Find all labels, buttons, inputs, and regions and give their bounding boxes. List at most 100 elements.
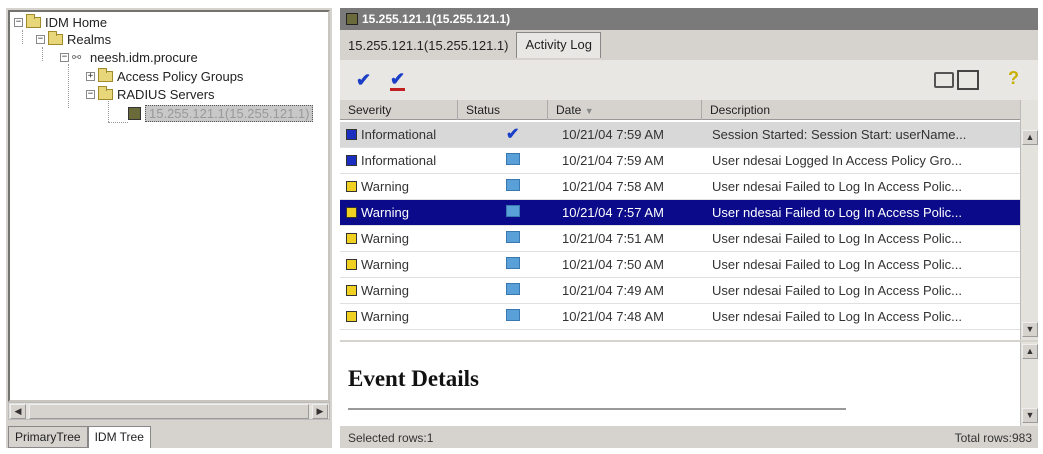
table-row[interactable]: Warning 10/21/04 7:58 AM User ndesai Faile…: [340, 174, 1020, 200]
table-row[interactable]: Warning 10/21/04 7:57 AM User ndesai Faile…: [340, 200, 1020, 226]
folder-icon: [98, 68, 113, 82]
warning-severity-icon: [346, 311, 357, 322]
column-status[interactable]: Status: [458, 100, 548, 120]
table-row[interactable]: Warning 10/21/04 7:48 AM User ndesai Faile…: [340, 304, 1020, 330]
status-cell: ✔: [458, 127, 548, 142]
activity-log-table: Severity Status Date ▼ Description Infor…: [340, 100, 1020, 340]
tree-node-idm-home[interactable]: − IDM Home: [14, 14, 107, 31]
date-cell: 10/21/04 7:59 AM: [562, 153, 664, 168]
print-icon[interactable]: [934, 72, 954, 88]
status-cell: [458, 153, 548, 168]
collapse-icon[interactable]: −: [86, 90, 95, 99]
navigation-pane: − IDM Home − Realms − ⚯ neesh.idm.procur…: [6, 8, 332, 448]
column-date[interactable]: Date ▼: [548, 100, 702, 120]
severity-cell: Warning: [340, 179, 458, 194]
tree-node-radius-servers[interactable]: − RADIUS Servers: [86, 86, 215, 103]
warning-severity-icon: [346, 233, 357, 244]
status-box-icon[interactable]: [506, 231, 520, 243]
status-cell: [458, 257, 548, 272]
severity-text: Warning: [361, 283, 409, 298]
date-cell: 10/21/04 7:48 AM: [562, 309, 664, 324]
event-details-panel: Event Details: [340, 342, 1020, 426]
table-row[interactable]: Informational ✔ 10/21/04 7:59 AM Session St…: [340, 122, 1020, 148]
vertical-scrollbar[interactable]: ▲ ▼: [1020, 100, 1038, 340]
selected-rows-count: Selected rows:1: [348, 431, 434, 445]
table-row[interactable]: Warning 10/21/04 7:49 AM User ndesai Faile…: [340, 278, 1020, 304]
collapse-icon[interactable]: −: [60, 53, 69, 62]
columns-icon[interactable]: [957, 70, 979, 90]
scroll-up-icon[interactable]: ▲: [1022, 344, 1038, 359]
info-severity-icon: [346, 129, 357, 140]
severity-text: Informational: [361, 153, 437, 168]
status-check-icon[interactable]: ✔: [506, 127, 519, 142]
severity-cell: Warning: [340, 283, 458, 298]
tree-node-access-policy-groups[interactable]: + Access Policy Groups: [86, 68, 243, 85]
tab-idm-tree[interactable]: IDM Tree: [87, 426, 151, 448]
details-scrollbar[interactable]: ▲ ▼: [1020, 342, 1038, 426]
date-cell: 10/21/04 7:50 AM: [562, 257, 664, 272]
folder-icon: [98, 86, 113, 100]
warning-severity-icon: [346, 259, 357, 270]
severity-text: Warning: [361, 309, 409, 324]
column-description[interactable]: Description: [702, 100, 1020, 120]
scroll-down-icon[interactable]: ▼: [1022, 322, 1038, 337]
description-cell: User ndesai Failed to Log In Access Poli…: [712, 257, 963, 272]
warning-severity-icon: [346, 207, 357, 218]
help-icon[interactable]: ?: [1008, 68, 1019, 89]
uncheck-icon[interactable]: ✔: [390, 70, 406, 91]
date-cell: 10/21/04 7:59 AM: [562, 127, 664, 142]
description-cell: User ndesai Failed to Log In Access Poli…: [712, 205, 963, 220]
table-row[interactable]: Informational 10/21/04 7:59 AM User ndesai…: [340, 148, 1020, 174]
tree-tabs: PrimaryTree IDM Tree: [8, 426, 151, 448]
tab-primary-tree[interactable]: PrimaryTree: [8, 426, 88, 448]
tab-activity-log[interactable]: Activity Log: [516, 32, 601, 58]
status-box-icon[interactable]: [506, 205, 520, 217]
description-cell: User ndesai Failed to Log In Access Poli…: [712, 179, 963, 194]
divider: [348, 408, 846, 410]
date-cell: 10/21/04 7:57 AM: [562, 205, 664, 220]
description-cell: Session Started: Session Start: userName…: [712, 127, 967, 142]
table-row[interactable]: Warning 10/21/04 7:51 AM User ndesai Faile…: [340, 226, 1020, 252]
table-row[interactable]: Warning 10/21/04 7:50 AM User ndesai Faile…: [340, 252, 1020, 278]
horizontal-scrollbar[interactable]: ◀ ▶: [8, 402, 330, 420]
tree-node-realm[interactable]: − ⚯ neesh.idm.procure: [60, 49, 198, 66]
scroll-up-icon[interactable]: ▲: [1022, 130, 1038, 145]
description-cell: User ndesai Failed to Log In Access Poli…: [712, 231, 963, 246]
status-cell: [458, 231, 548, 246]
warning-severity-icon: [346, 181, 357, 192]
status-box-icon[interactable]: [506, 309, 520, 321]
status-cell: [458, 283, 548, 298]
network-icon: ⚯: [72, 51, 82, 64]
server-icon: [128, 107, 141, 120]
expand-icon[interactable]: +: [86, 72, 95, 81]
event-details-title: Event Details: [348, 366, 479, 391]
column-severity[interactable]: Severity: [340, 100, 458, 120]
sort-icon: ▼: [584, 106, 594, 116]
description-cell: User ndesai Logged In Access Policy Gro.…: [712, 153, 963, 168]
status-cell: [458, 205, 548, 220]
tab-server[interactable]: 15.255.121.1(15.255.121.1): [340, 34, 516, 58]
info-severity-icon: [346, 155, 357, 166]
collapse-icon[interactable]: −: [14, 18, 23, 27]
scroll-left-icon[interactable]: ◀: [10, 404, 26, 419]
content-pane: 15.255.121.1(15.255.121.1) 15.255.121.1(…: [340, 8, 1038, 448]
total-rows-count: Total rows:983: [954, 431, 1032, 445]
pane-titlebar: 15.255.121.1(15.255.121.1): [340, 8, 1038, 30]
description-cell: User ndesai Failed to Log In Access Poli…: [712, 309, 963, 324]
scroll-thumb[interactable]: [29, 404, 309, 419]
pane-title: 15.255.121.1(15.255.121.1): [362, 12, 511, 26]
status-box-icon[interactable]: [506, 153, 520, 165]
severity-text: Warning: [361, 231, 409, 246]
check-icon[interactable]: ✔: [356, 70, 371, 91]
warning-severity-icon: [346, 285, 357, 296]
status-box-icon[interactable]: [506, 257, 520, 269]
collapse-icon[interactable]: −: [36, 35, 45, 44]
status-box-icon[interactable]: [506, 283, 520, 295]
scroll-right-icon[interactable]: ▶: [312, 404, 328, 419]
folder-icon: [48, 31, 63, 45]
tree-node-server[interactable]: 15.255.121.1(15.255.121.1): [128, 105, 314, 122]
status-box-icon[interactable]: [506, 179, 520, 191]
scroll-down-icon[interactable]: ▼: [1022, 408, 1038, 423]
tree-node-realms[interactable]: − Realms: [36, 31, 111, 48]
tree-view[interactable]: − IDM Home − Realms − ⚯ neesh.idm.procur…: [8, 10, 330, 402]
